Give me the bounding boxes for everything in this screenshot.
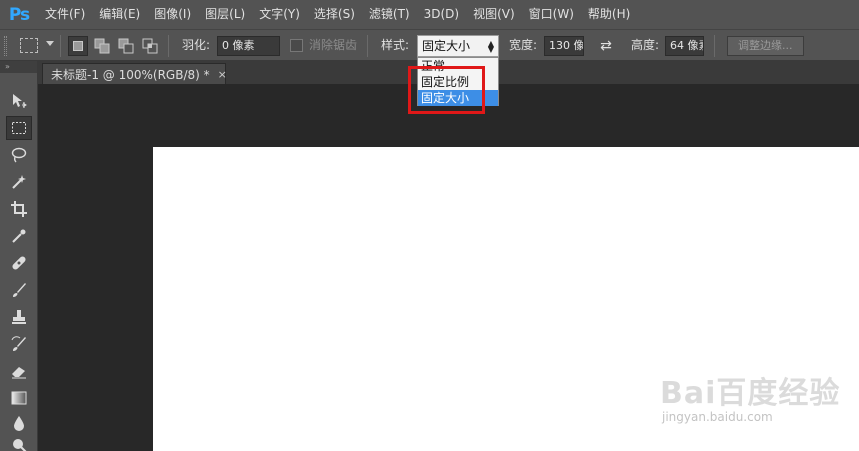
gradient-tool[interactable] [6,386,32,410]
brush-icon [13,283,26,297]
style-option-normal[interactable]: 正常 [418,58,498,74]
menu-window[interactable]: 窗口(W) [522,0,581,29]
feather-label: 羽化: [182,38,211,52]
watermark-url: jingyan.baidu.com [662,410,773,424]
eraser-icon [12,367,26,379]
separator [714,35,715,57]
baidu-watermark: Bai百度经验 jingyan.baidu.com [660,368,850,438]
drop-icon [14,416,24,431]
lasso-tool[interactable] [6,143,32,167]
rect-marquee-icon [12,122,26,134]
history-brush-icon [11,336,26,351]
eyedropper-tool[interactable] [6,224,32,248]
style-select[interactable]: 固定大小 ▲ ▼ [417,35,499,57]
magic-wand-tool[interactable] [6,170,32,194]
marquee-preset-icon[interactable] [20,38,38,53]
crop-icon [11,201,27,217]
move-icon [13,94,27,108]
height-label: 高度: [631,38,660,52]
menu-help[interactable]: 帮助(H) [581,0,637,29]
style-option-fixed-size[interactable]: 固定大小 [418,90,498,106]
menu-bar: Ps 文件(F) 编辑(E) 图像(I) 图层(L) 文字(Y) 选择(S) 滤… [0,0,859,29]
intersect-selection-button[interactable] [140,36,160,56]
subtract-selection-icon [118,38,134,54]
history-brush-tool[interactable] [6,332,32,356]
menu-file[interactable]: 文件(F) [38,0,92,29]
width-input[interactable]: 130 像素 [544,36,584,56]
add-selection-button[interactable] [92,36,112,56]
ps-logo: Ps [8,4,30,25]
menu-3d[interactable]: 3D(D) [417,0,466,29]
style-option-fixed-ratio[interactable]: 固定比例 [418,74,498,90]
photoshop-window: Ps 文件(F) 编辑(E) 图像(I) 图层(L) 文字(Y) 选择(S) 滤… [0,0,859,451]
separator [60,35,61,57]
stamp-icon [12,310,26,324]
menu-layer[interactable]: 图层(L) [198,0,252,29]
eyedropper-icon [12,229,26,243]
blur-tool[interactable] [6,411,32,435]
move-tool[interactable] [6,89,32,113]
healing-brush-tool[interactable] [6,251,32,275]
width-label: 宽度: [509,38,538,52]
crop-tool[interactable] [6,197,32,221]
menu-select[interactable]: 选择(S) [307,0,362,29]
select-updown-icon: ▲ ▼ [487,39,494,54]
dodge-icon [13,439,27,451]
menu-image[interactable]: 图像(I) [147,0,198,29]
menu-edit[interactable]: 编辑(E) [92,0,147,29]
swap-width-height-icon[interactable]: ⇄ [597,37,615,55]
toolbox: » [0,61,38,451]
eraser-tool[interactable] [6,359,32,383]
style-select-value: 固定大小 [422,39,471,53]
document-tab[interactable]: 未标题-1 @ 100%(RGB/8) * × [42,63,227,84]
separator [168,35,169,57]
feather-input[interactable]: 0 像素 [217,36,280,56]
height-input[interactable]: 64 像素 [665,36,704,56]
gradient-icon [11,391,27,405]
watermark-logo: Bai百度经验 [660,376,841,411]
new-selection-icon [73,41,83,51]
lasso-icon [11,147,27,163]
menu-filter[interactable]: 滤镜(T) [362,0,417,29]
preset-chevron-down-icon[interactable] [46,41,54,46]
magic-wand-icon [12,175,26,189]
style-label: 样式: [381,38,410,52]
close-icon[interactable]: × [218,68,227,81]
separator [367,35,368,57]
style-dropdown-list: 正常 固定比例 固定大小 [417,57,499,106]
menu-view[interactable]: 视图(V) [466,0,522,29]
marquee-tool[interactable] [6,116,32,140]
dodge-tool[interactable] [6,433,32,451]
bandage-icon [12,256,26,270]
document-tab-title: 未标题-1 @ 100%(RGB/8) * [51,67,210,82]
intersect-selection-icon [142,38,158,54]
menu-type[interactable]: 文字(Y) [252,0,307,29]
new-selection-button[interactable] [68,36,88,56]
refine-edge-button[interactable]: 调整边缘... [727,36,804,56]
brush-tool[interactable] [6,278,32,302]
antialias-label: 消除锯齿 [309,38,358,52]
add-selection-icon [94,38,110,54]
antialias-checkbox[interactable] [290,39,303,52]
subtract-selection-button[interactable] [116,36,136,56]
clone-stamp-tool[interactable] [6,305,32,329]
toolbox-collapse[interactable]: » [0,61,37,73]
options-bar-grip[interactable] [4,36,7,56]
